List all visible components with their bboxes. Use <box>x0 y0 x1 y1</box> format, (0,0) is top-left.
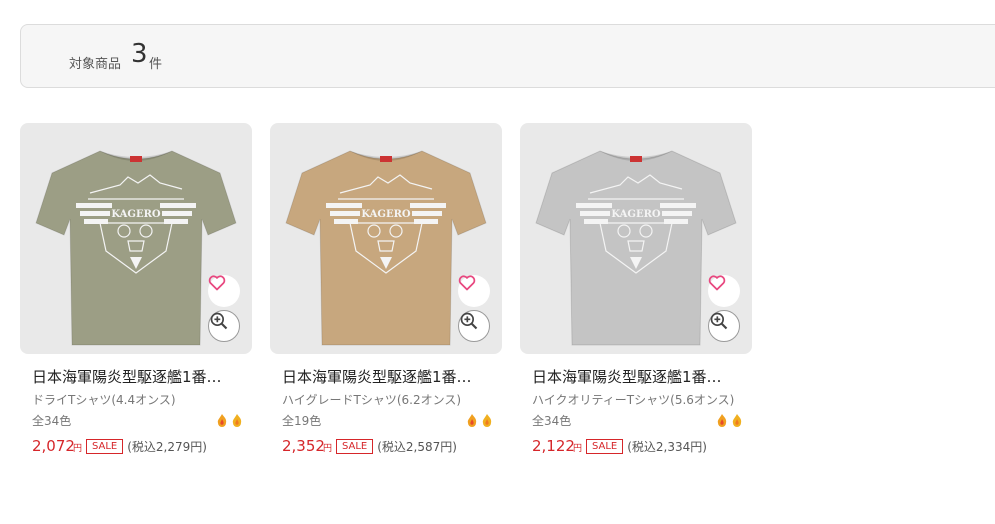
product-card[interactable]: KAGERO 日本海軍陽炎型駆逐艦1番… ハイグレードTシャツ(6.2オンス) … <box>270 123 502 455</box>
color-count-text: 全34色 <box>32 414 72 428</box>
color-count-text: 全34色 <box>532 414 572 428</box>
shirt-print-text: KAGERO <box>611 209 661 220</box>
yen-unit: 円 <box>72 444 82 454</box>
zoom-in-icon <box>210 312 228 330</box>
zoom-in-icon <box>460 312 478 330</box>
result-count-label: 対象商品 <box>69 57 122 72</box>
result-count-unit: 件 <box>149 57 163 72</box>
product-image[interactable]: KAGERO <box>520 123 752 354</box>
yen-unit: 円 <box>322 444 332 454</box>
color-count: 全19色 <box>270 411 502 431</box>
flame-icon <box>467 414 477 427</box>
color-count: 全34色 <box>520 411 752 431</box>
product-title[interactable]: 日本海軍陽炎型駆逐艦1番… <box>270 366 502 387</box>
zoom-button[interactable] <box>458 310 490 342</box>
favorite-button[interactable] <box>208 275 240 307</box>
product-type: ハイグレードTシャツ(6.2オンス) <box>282 393 462 407</box>
popular-badge <box>465 413 494 427</box>
heart-icon <box>458 275 476 291</box>
product-type: ドライTシャツ(4.4オンス) <box>32 393 176 407</box>
sale-badge: SALE <box>335 438 374 454</box>
tax-included-price: (税込2,334円) <box>627 439 707 454</box>
yen-unit: 円 <box>572 444 582 454</box>
price: 2,352 <box>282 437 325 455</box>
price-row: 2,352円 SALE (税込2,587円) <box>270 437 502 455</box>
flame-icon <box>717 414 727 427</box>
popular-badge <box>215 413 244 427</box>
sale-badge: SALE <box>85 438 124 454</box>
zoom-button[interactable] <box>708 310 740 342</box>
shirt-print-text: KAGERO <box>361 209 411 220</box>
price-row: 2,122円 SALE (税込2,334円) <box>520 437 752 455</box>
product-image[interactable]: KAGERO <box>270 123 502 354</box>
zoom-button[interactable] <box>208 310 240 342</box>
tax-included-price: (税込2,279円) <box>127 439 207 454</box>
product-title[interactable]: 日本海軍陽炎型駆逐艦1番… <box>20 366 252 387</box>
price: 2,072 <box>32 437 75 455</box>
product-card[interactable]: KAGERO 日本海軍陽炎型駆逐艦1番… ドライTシャツ(4.4オンス) 全34… <box>20 123 252 455</box>
product-card[interactable]: KAGERO 日本海軍陽炎型駆逐艦1番… ハイクオリティーTシャツ(5.6オンス… <box>520 123 752 455</box>
price: 2,122 <box>532 437 575 455</box>
zoom-in-icon <box>710 312 728 330</box>
sale-badge: SALE <box>585 438 624 454</box>
product-title[interactable]: 日本海軍陽炎型駆逐艦1番… <box>520 366 752 387</box>
color-count-text: 全19色 <box>282 414 322 428</box>
color-count: 全34色 <box>20 411 252 431</box>
flame-icon <box>732 414 742 427</box>
product-type: ハイクオリティーTシャツ(5.6オンス) <box>532 393 735 407</box>
flame-icon <box>482 414 492 427</box>
heart-icon <box>208 275 226 291</box>
favorite-button[interactable] <box>458 275 490 307</box>
heart-icon <box>708 275 726 291</box>
price-row: 2,072円 SALE (税込2,279円) <box>20 437 252 455</box>
popular-badge <box>715 413 744 427</box>
tax-included-price: (税込2,587円) <box>377 439 457 454</box>
flame-icon <box>232 414 242 427</box>
product-image[interactable]: KAGERO <box>20 123 252 354</box>
favorite-button[interactable] <box>708 275 740 307</box>
shirt-print-text: KAGERO <box>111 209 161 220</box>
flame-icon <box>217 414 227 427</box>
result-count-bar: 対象商品 3 件 <box>20 24 995 88</box>
result-count-number: 3 <box>131 39 148 69</box>
